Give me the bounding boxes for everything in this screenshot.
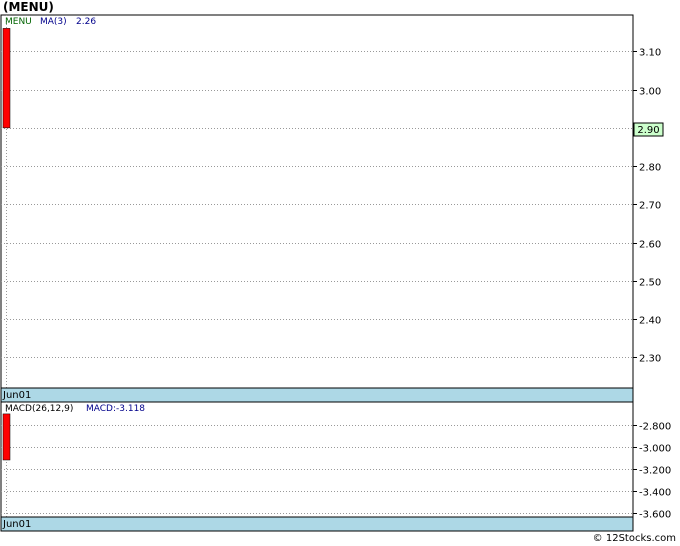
price-date-label: Jun01 — [2, 390, 31, 401]
price-bars — [2, 28, 11, 129]
macd-bar — [2, 413, 11, 461]
price-tick-label: 2.40 — [639, 316, 661, 327]
price-y-axis: 3.10 3.00 2.90 2.80 2.70 2.60 2.50 2.40 2.30 — [633, 48, 661, 365]
price-tick-label: 2.30 — [639, 354, 661, 365]
price-tick-label: 2.70 — [639, 201, 661, 212]
macd-tick-label: -3.600 — [639, 510, 671, 521]
price-tick-label: 3.00 — [639, 87, 661, 98]
macd-tick-label: -2.800 — [639, 422, 671, 433]
price-date-bar — [0, 387, 634, 403]
chart-canvas: 3.10 3.00 2.90 2.80 2.70 2.60 2.50 2.40 2.30 MEN… — [0, 14, 671, 532]
macd-tick-label: -3.000 — [639, 444, 671, 455]
macd-date-label: Jun01 — [2, 519, 31, 530]
macd-tick-label: -3.200 — [639, 466, 671, 477]
legend-ma-label: MA(3) — [40, 17, 67, 27]
macd-y-axis: -2.800 -3.000 -3.200 -3.400 -3.600 — [633, 422, 671, 521]
legend-ma-value: 2.26 — [76, 17, 96, 27]
price-tag-value: 2.90 — [637, 125, 659, 136]
macd-legend-label: MACD(26,12,9) — [5, 404, 73, 414]
site-credit: © 12Stocks.com — [592, 533, 676, 544]
price-tick-label: 2.80 — [639, 163, 661, 174]
price-tick-label: 3.10 — [639, 48, 661, 59]
price-panel — [0, 14, 634, 389]
legend-symbol: MENU — [5, 17, 32, 27]
price-tick-label: 2.50 — [639, 278, 661, 289]
macd-tick-label: -3.400 — [639, 488, 671, 499]
price-bar — [2, 28, 11, 129]
macd-panel — [0, 401, 634, 518]
price-tag: 2.90 — [633, 122, 664, 137]
macd-date-bar — [0, 516, 634, 532]
macd-bars — [2, 413, 11, 461]
price-tick-label: 2.60 — [639, 240, 661, 251]
macd-legend-value: MACD:-3.118 — [86, 404, 145, 414]
